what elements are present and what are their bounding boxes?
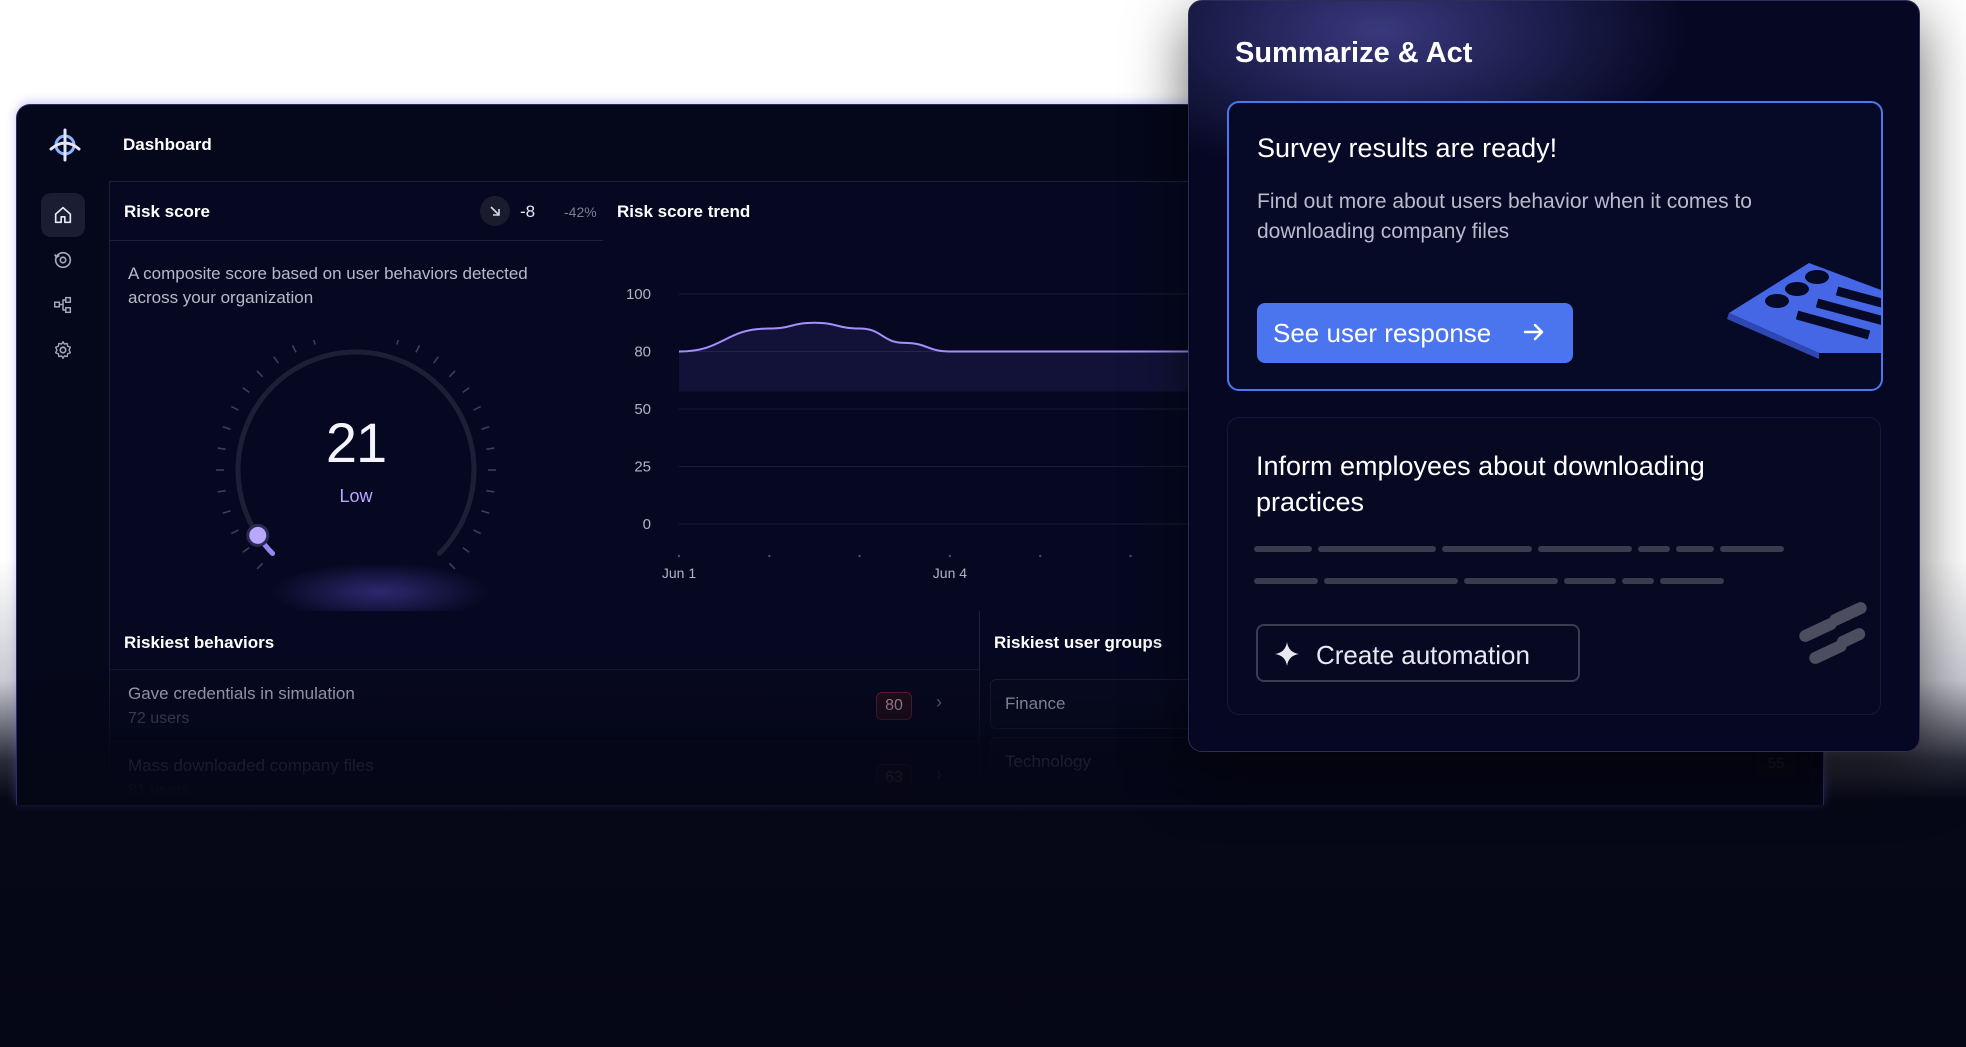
trend-down-badge bbox=[480, 196, 510, 226]
gauge-tick bbox=[448, 370, 456, 378]
arrow-down-right-icon bbox=[490, 206, 500, 216]
gauge-tick bbox=[256, 562, 264, 570]
x-tick-dot bbox=[1129, 554, 1132, 558]
gauge-tick bbox=[242, 546, 250, 553]
gauge-tick bbox=[222, 510, 231, 515]
gauge-tick bbox=[462, 387, 470, 394]
create-automation-label: Create automation bbox=[1316, 640, 1530, 670]
divider bbox=[110, 240, 604, 241]
history-icon bbox=[54, 251, 72, 269]
x-tick-label: Jun 4 bbox=[933, 565, 967, 581]
skeleton-line bbox=[1538, 546, 1632, 552]
x-tick-label: Jun 1 bbox=[662, 565, 696, 581]
settings-icon bbox=[54, 341, 72, 359]
risk-level-label: Low bbox=[339, 486, 373, 506]
behavior-name: Mass downloaded company files bbox=[128, 756, 374, 775]
x-tick-dot bbox=[768, 554, 771, 558]
survey-card-title: Survey results are ready! bbox=[1257, 133, 1558, 163]
risk-trend-title: Risk score trend bbox=[617, 202, 751, 221]
y-tick-label: 25 bbox=[634, 459, 651, 476]
gauge-tick bbox=[273, 356, 280, 364]
skeleton-line bbox=[1638, 546, 1670, 552]
sparkle-icon bbox=[1275, 642, 1299, 666]
riskiest-behaviors-panel: Riskiest behaviors Gave credentials in s… bbox=[109, 611, 981, 805]
survey-form-icon bbox=[1727, 263, 1881, 359]
home-icon bbox=[54, 206, 72, 224]
behavior-row[interactable]: Gave credentials in simulation 72 users … bbox=[110, 669, 980, 740]
see-user-response-button[interactable]: See user response bbox=[1257, 303, 1573, 363]
workflow-icon bbox=[54, 296, 72, 314]
gauge-tick bbox=[462, 546, 470, 553]
chevron-right-icon[interactable]: › bbox=[936, 692, 942, 713]
risk-score-description: A composite score based on user behavior… bbox=[128, 264, 528, 307]
see-user-response-label: See user response bbox=[1273, 317, 1492, 348]
skeleton-line bbox=[1622, 578, 1654, 584]
gauge-tick bbox=[311, 336, 316, 345]
survey-card-description: Find out more about users behavior when … bbox=[1257, 190, 1752, 243]
slack-logo-icon bbox=[1799, 602, 1867, 664]
y-tick-label: 100 bbox=[626, 286, 651, 303]
y-tick-label: 50 bbox=[634, 401, 651, 418]
risk-score-delta-percent: -42% bbox=[564, 204, 597, 220]
skeleton-line bbox=[1660, 578, 1724, 584]
gauge-tick bbox=[242, 387, 250, 394]
inform-employees-card: Inform employees about downloading pract… bbox=[1227, 417, 1881, 715]
inform-card-title: Inform employees about downloading pract… bbox=[1256, 451, 1705, 517]
user-group-score-badge: 55 bbox=[1757, 750, 1795, 776]
risk-score-delta: -8 bbox=[520, 202, 536, 221]
y-tick-label: 0 bbox=[643, 516, 651, 533]
riskiest-user-groups-title: Riskiest user groups bbox=[994, 633, 1163, 652]
skeleton-line bbox=[1254, 546, 1312, 552]
behavior-score-badge: 63 bbox=[876, 764, 912, 792]
x-tick-dot bbox=[1039, 554, 1042, 558]
summarize-act-title: Summarize & Act bbox=[1235, 37, 1473, 69]
sidebar-item-settings[interactable] bbox=[41, 328, 85, 372]
app-logo-icon[interactable] bbox=[47, 127, 83, 163]
y-tick-label: 80 bbox=[634, 344, 651, 361]
skeleton-line bbox=[1464, 578, 1558, 584]
gauge-tick bbox=[481, 510, 490, 515]
x-tick-dot bbox=[677, 554, 681, 558]
gauge-tick bbox=[432, 356, 439, 364]
skeleton-line bbox=[1442, 546, 1532, 552]
skeleton-line bbox=[1324, 578, 1458, 584]
gauge-tick bbox=[473, 529, 482, 535]
skeleton-line bbox=[1564, 578, 1616, 584]
user-group-name: Finance bbox=[1005, 694, 1066, 713]
sidebar-item-home[interactable] bbox=[41, 193, 85, 237]
behavior-user-count: 72 users bbox=[128, 710, 190, 727]
gauge-tick bbox=[396, 336, 401, 345]
summarize-act-panel: Summarize & Act Survey results are ready… bbox=[1188, 0, 1920, 752]
gauge-knob bbox=[246, 523, 270, 547]
gauge-tick bbox=[415, 344, 421, 353]
survey-results-card: Survey results are ready! Find out more … bbox=[1227, 101, 1883, 391]
gauge-tick bbox=[291, 344, 297, 353]
user-group-name: Technology bbox=[1005, 752, 1092, 771]
risk-score-title: Risk score bbox=[124, 202, 210, 221]
gauge-tick bbox=[256, 370, 264, 378]
sidebar-item-workflows[interactable] bbox=[41, 283, 85, 327]
sidebar-item-history[interactable] bbox=[41, 238, 85, 282]
chevron-right-icon[interactable]: › bbox=[936, 764, 942, 785]
behavior-row[interactable]: Mass downloaded company files 81 users 6… bbox=[110, 741, 980, 805]
riskiest-behaviors-title: Riskiest behaviors bbox=[124, 633, 275, 652]
page-title: Dashboard bbox=[123, 135, 212, 154]
risk-gauge: 21 Low bbox=[206, 330, 506, 580]
behavior-name: Gave credentials in simulation bbox=[128, 684, 355, 703]
skeleton-line bbox=[1676, 546, 1714, 552]
risk-score-value: 21 bbox=[325, 411, 387, 474]
gauge-tick bbox=[230, 529, 239, 535]
skeleton-line bbox=[1254, 578, 1318, 584]
create-automation-button[interactable]: Create automation bbox=[1256, 624, 1580, 682]
risk-score-panel: Risk score -8 -42% A composite score bas… bbox=[109, 181, 605, 622]
arrow-right-icon bbox=[1523, 323, 1544, 341]
skeleton-line bbox=[1720, 546, 1784, 552]
sidebar-nav bbox=[41, 193, 87, 373]
behavior-user-count: 81 users bbox=[128, 782, 190, 799]
behavior-score-badge: 80 bbox=[876, 692, 912, 720]
skeleton-line bbox=[1318, 546, 1436, 552]
x-tick-dot bbox=[858, 554, 861, 558]
x-tick-dot bbox=[948, 554, 952, 558]
